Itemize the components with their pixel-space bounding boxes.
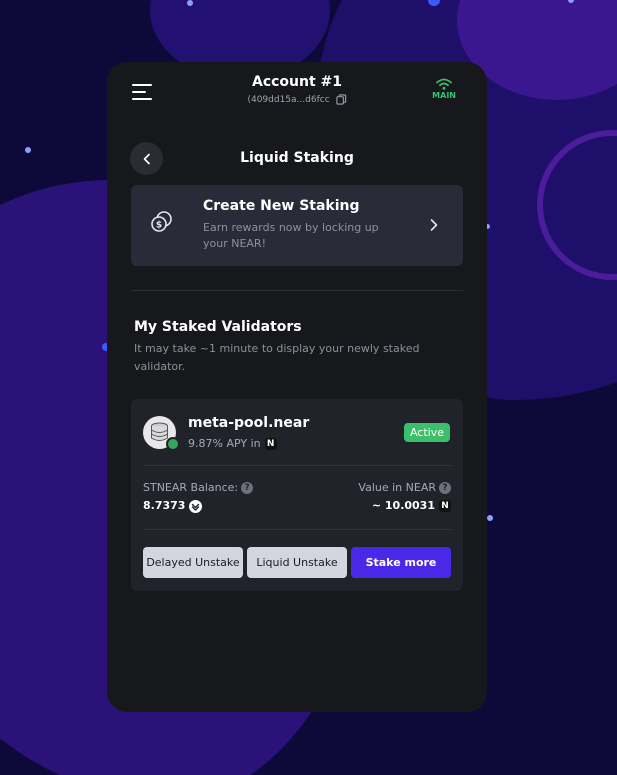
- value-in-near-amount: ~ 10.0031: [371, 499, 435, 512]
- svg-text:$: $: [156, 221, 162, 231]
- create-staking-description: Earn rewards now by locking up your NEAR…: [203, 221, 379, 250]
- stnear-token-icon: [189, 499, 203, 513]
- value-in-near-label-row: Value in NEAR?: [358, 481, 451, 494]
- network-indicator[interactable]: MAIN: [432, 78, 456, 100]
- validator-actions: Delayed Unstake Liquid Unstake Stake mor…: [143, 547, 451, 578]
- question-circle-icon[interactable]: ?: [439, 482, 451, 494]
- background-dot: [187, 0, 193, 6]
- account-address: (409dd15a...d6fcc: [247, 95, 330, 105]
- delayed-unstake-button[interactable]: Delayed Unstake: [143, 547, 243, 578]
- stnear-balance-value: 8.7373: [143, 499, 186, 512]
- staked-validators-title: My Staked Validators: [134, 319, 302, 335]
- value-in-near-row: ~ 10.0031 N: [372, 499, 451, 512]
- stnear-balance-row: 8.7373: [143, 499, 203, 513]
- validator-apy-text: 9.87% APY in: [188, 437, 261, 450]
- copy-icon[interactable]: [335, 94, 347, 105]
- validator-status-dot: [166, 437, 180, 451]
- background-dot: [487, 515, 493, 521]
- validator-divider: [143, 465, 451, 466]
- coins-icon: $: [151, 211, 172, 232]
- create-staking-title: Create New Staking: [203, 198, 360, 214]
- wifi-icon: [436, 78, 452, 90]
- account-address-row: (409dd15a...d6fcc: [107, 94, 487, 105]
- staked-validators-description: It may take ~1 minute to display your ne…: [134, 342, 420, 373]
- near-token-icon: N: [439, 500, 451, 512]
- divider: [131, 290, 463, 291]
- near-token-icon: N: [264, 438, 277, 450]
- account-selector[interactable]: Account #1 (409dd15a...d6fcc: [107, 74, 487, 105]
- validator-header[interactable]: meta-pool.near 9.87% APY in N Active: [131, 399, 463, 466]
- header: Account #1 (409dd15a...d6fcc MAIN: [107, 62, 487, 132]
- value-in-near-label: Value in NEAR: [358, 481, 436, 494]
- validator-apy: 9.87% APY in N: [188, 437, 277, 450]
- validator-card: meta-pool.near 9.87% APY in N Active STNE…: [131, 399, 463, 591]
- liquid-unstake-button[interactable]: Liquid Unstake: [247, 547, 347, 578]
- create-new-staking-card[interactable]: $ Create New Staking Earn rewards now by…: [131, 185, 463, 266]
- validator-logo: [143, 416, 180, 451]
- stnear-balance-label: STNEAR Balance:: [143, 481, 239, 494]
- account-name: Account #1: [251, 74, 343, 90]
- stnear-balance-label-row: STNEAR Balance:?: [143, 481, 254, 494]
- stake-more-button[interactable]: Stake more: [351, 547, 451, 578]
- chevron-right-icon: [430, 219, 438, 231]
- page-title: Liquid Staking: [240, 150, 354, 166]
- background-dot: [25, 147, 31, 153]
- validator-name: meta-pool.near: [188, 415, 310, 431]
- question-circle-icon[interactable]: ?: [241, 482, 254, 494]
- wallet-panel: Account #1 (409dd15a...d6fcc MAIN Liquid…: [107, 62, 487, 712]
- status-badge: Active: [403, 423, 450, 442]
- network-label: MAIN: [432, 91, 456, 100]
- validator-divider: [143, 529, 451, 530]
